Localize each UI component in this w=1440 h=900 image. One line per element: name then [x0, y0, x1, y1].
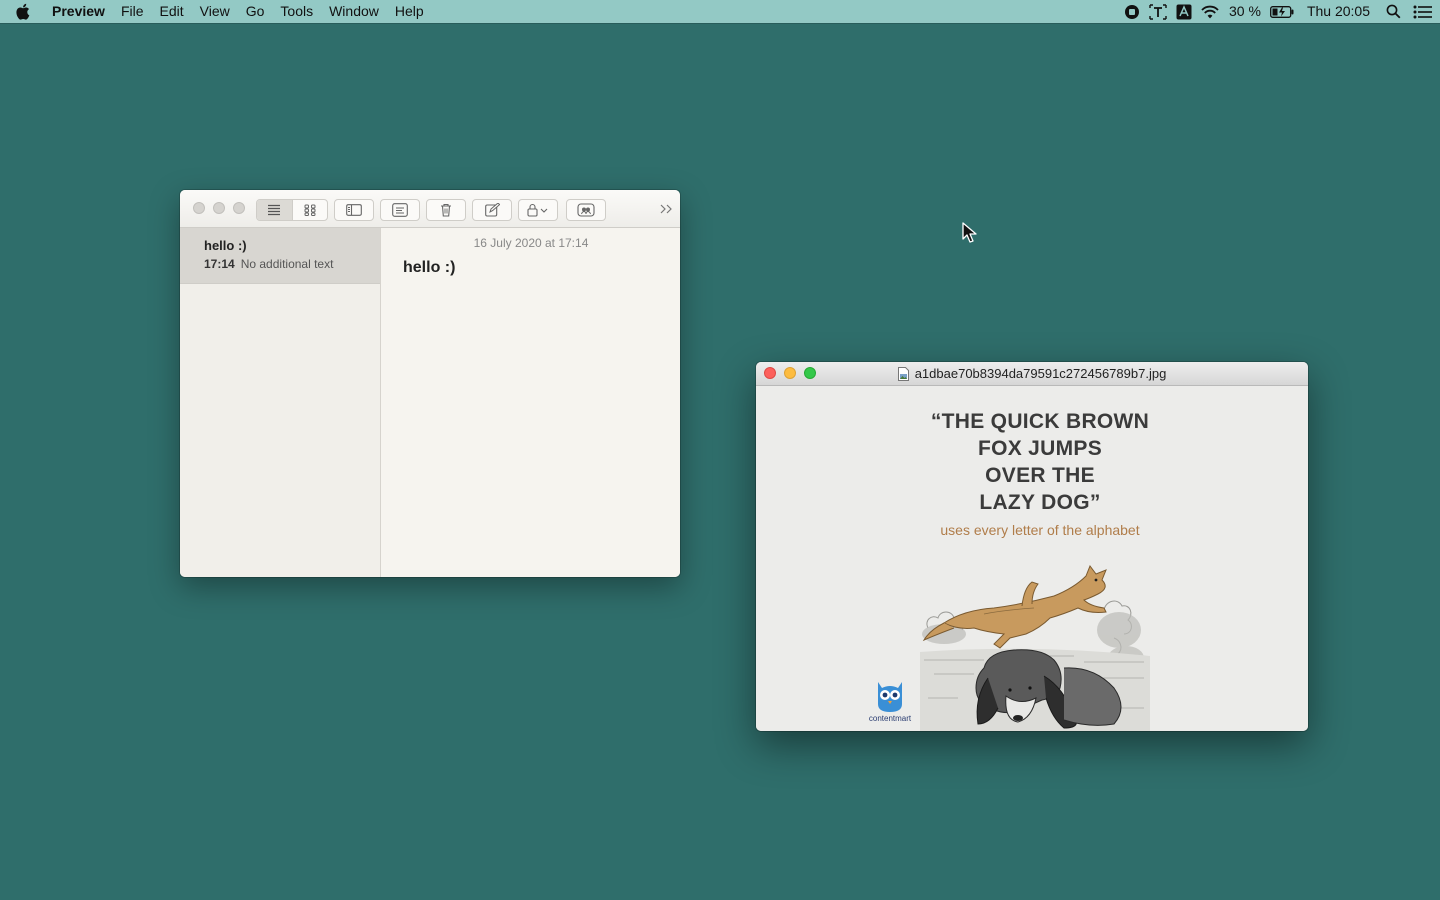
note-preview: No additional text	[240, 257, 334, 271]
menu-app-name[interactable]: Preview	[44, 0, 113, 23]
fox-and-dog-illustration	[920, 564, 1150, 731]
sidebar-icon[interactable]	[334, 199, 374, 221]
logo-text: contentmart	[868, 714, 912, 723]
battery-charging-icon[interactable]	[1267, 0, 1297, 23]
note-subtitle: 17:14 No additional text	[204, 257, 380, 271]
note-title: hello :)	[204, 238, 247, 253]
note-list: hello :) 17:14 No additional text	[180, 228, 381, 577]
spotlight-search-icon[interactable]	[1380, 0, 1406, 23]
window-title: a1dbae70b8394da79591c272456789b7.jpg	[756, 362, 1308, 385]
share-icon[interactable]	[566, 199, 606, 221]
close-button[interactable]	[193, 202, 205, 214]
apple-menu-icon[interactable]	[0, 0, 44, 23]
wifi-icon[interactable]	[1197, 0, 1223, 23]
menu-clock[interactable]: Thu 20:05	[1297, 0, 1380, 23]
menu-window[interactable]: Window	[321, 0, 387, 23]
menu-edit[interactable]: Edit	[152, 0, 192, 23]
image-file-icon	[897, 366, 909, 381]
menu-view[interactable]: View	[192, 0, 238, 23]
note-time: 17:14	[204, 257, 235, 271]
attachments-icon[interactable]	[380, 199, 420, 221]
adobe-icon[interactable]	[1171, 0, 1197, 23]
mouse-cursor-icon	[962, 222, 977, 243]
battery-percent[interactable]: 30 %	[1223, 0, 1267, 23]
screen-record-icon[interactable]	[1119, 0, 1145, 23]
notes-window: hello :) 17:14 No additional text 16 July…	[180, 190, 680, 577]
compose-icon[interactable]	[472, 199, 512, 221]
lock-icon[interactable]	[518, 199, 558, 221]
notes-toolbar	[180, 190, 680, 228]
headline-line: FOX JUMPS	[977, 437, 1103, 460]
headline-line: LAZY DOG”	[979, 491, 1101, 514]
headline-line: OVER THE	[985, 464, 1095, 487]
image-subline: uses every letter of the alphabet	[940, 522, 1140, 538]
note-editor[interactable]: 16 July 2020 at 17:14 hello :)	[381, 228, 680, 577]
headline-line: “THE QUICK BROWN	[930, 410, 1150, 433]
menu-tools[interactable]: Tools	[272, 0, 321, 23]
image-canvas[interactable]: “THE QUICK BROWN FOX JUMPS OVER THE LAZY…	[756, 386, 1308, 731]
gallery-view-icon[interactable]	[291, 200, 328, 220]
list-item[interactable]: hello :) 17:14 No additional text	[180, 228, 380, 284]
note-date: 16 July 2020 at 17:14	[473, 236, 589, 250]
notification-center-icon[interactable]	[1406, 0, 1440, 23]
minimize-button[interactable]	[213, 202, 225, 214]
menu-help[interactable]: Help	[387, 0, 432, 23]
delete-icon[interactable]	[426, 199, 466, 221]
preview-titlebar[interactable]: a1dbae70b8394da79591c272456789b7.jpg	[756, 362, 1308, 386]
more-chevron-icon[interactable]	[656, 200, 676, 218]
menu-go[interactable]: Go	[238, 0, 273, 23]
list-view-icon[interactable]	[257, 200, 292, 220]
menu-file[interactable]: File	[113, 0, 152, 23]
zoom-button[interactable]	[233, 202, 245, 214]
text-input-icon[interactable]	[1145, 0, 1171, 23]
note-body[interactable]: hello :)	[403, 259, 455, 277]
view-mode-segment	[256, 199, 328, 221]
preview-window: a1dbae70b8394da79591c272456789b7.jpg “TH…	[756, 362, 1308, 731]
menu-bar: Preview File Edit View Go Tools Window H…	[0, 0, 1440, 23]
window-filename: a1dbae70b8394da79591c272456789b7.jpg	[914, 366, 1167, 381]
image-headline: “THE QUICK BROWN FOX JUMPS OVER THE LAZY…	[900, 408, 1180, 516]
contentmart-logo: contentmart	[860, 678, 920, 728]
